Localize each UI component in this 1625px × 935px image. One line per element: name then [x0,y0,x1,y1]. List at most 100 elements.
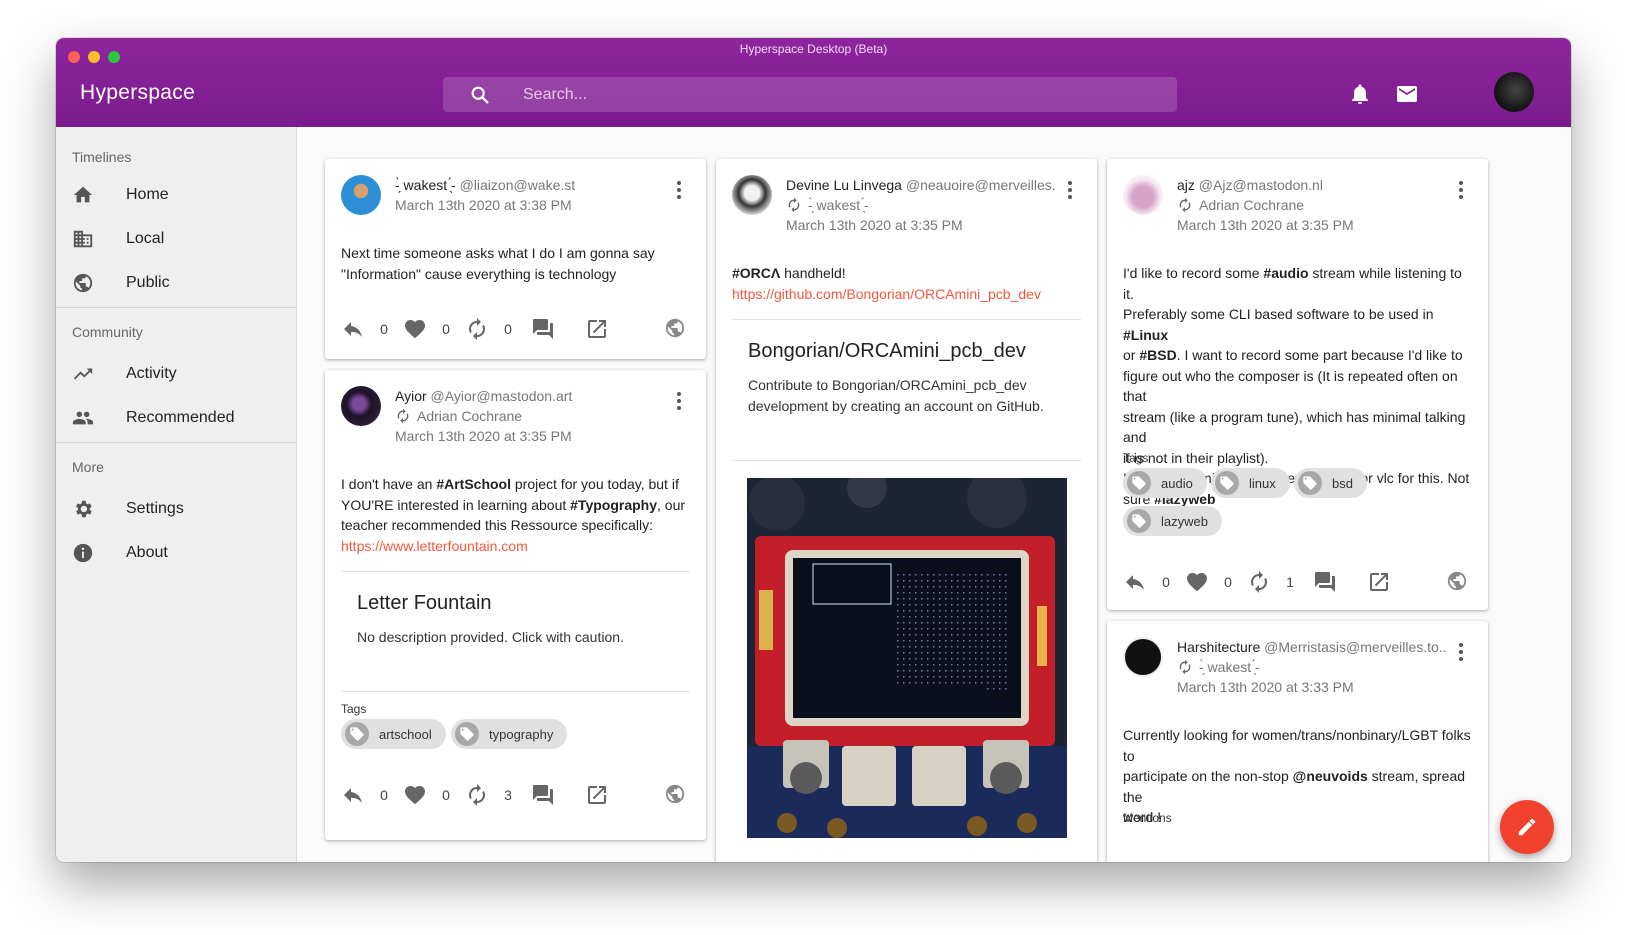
boost-icon[interactable] [465,783,489,807]
tag-chip[interactable]: linux [1211,468,1290,498]
hashtag[interactable]: #Linux [1123,327,1168,343]
compose-button[interactable] [1500,800,1554,854]
more-options-icon[interactable] [1458,181,1464,199]
author-handle[interactable]: @Ayior@mastodon.art [431,388,573,404]
author-avatar[interactable] [1123,175,1163,215]
hashtag[interactable]: #audio [1263,265,1308,281]
boosted-by: Adrian Cochrane [1177,195,1448,215]
post-link[interactable]: https://github.com/Bongorian/ORCAmini_pc… [732,284,1081,305]
author-handle[interactable]: @Ajz@mastodon.nl [1199,177,1323,193]
hashtag[interactable]: #ArtSchool [436,476,511,492]
tag-chip[interactable]: lazyweb [1123,506,1222,536]
home-icon [73,186,93,203]
author-avatar[interactable] [341,386,381,426]
post-text: project for you today, but if [511,476,679,492]
post-date: March 13th 2020 at 3:35 PM [786,217,963,233]
author-name[interactable]: -̗̀ wakest ̖́- [395,177,456,193]
booster-name[interactable]: Adrian Cochrane [1199,195,1304,215]
notifications-bell-icon[interactable] [1348,82,1372,106]
favorite-heart-icon[interactable] [1185,570,1209,594]
search-bar[interactable] [443,77,1177,112]
search-input[interactable] [523,77,1143,112]
post-header: Harshitecture @Merristasis@merveilles.to… [1177,637,1448,697]
sidebar-item-about[interactable]: About [56,531,296,575]
favorite-count: 0 [442,321,450,337]
tag-chip[interactable]: audio [1123,468,1207,498]
author-name[interactable]: Ayior [395,388,427,404]
tag-chip-label: typography [489,726,554,742]
tag-chip[interactable]: bsd [1294,468,1367,498]
tag-chip[interactable]: artschool [341,719,446,749]
tag-chip[interactable]: typography [451,719,568,749]
post-content: Next time someone asks what I do I am go… [341,243,690,284]
author-avatar[interactable] [1123,637,1163,677]
boost-icon [397,408,409,424]
hashtag[interactable]: #Typography [570,497,657,513]
booster-name[interactable]: -̗̀ wakest ̖́- [808,195,869,215]
author-handle[interactable]: @neauoire@merveilles... [906,177,1057,193]
open-external-icon[interactable] [585,317,609,341]
more-options-icon[interactable] [1067,181,1073,199]
reply-icon[interactable] [341,317,365,341]
boost-icon [788,197,800,213]
thread-forum-icon[interactable] [1313,570,1337,594]
post-text: or [1123,347,1140,363]
post-card: Harshitecture @Merristasis@merveilles.to… [1107,621,1488,862]
preview-title: Letter Fountain [357,592,492,614]
tag-chip-label: artschool [379,726,432,742]
author-name[interactable]: ajz [1177,177,1195,193]
search-icon [471,86,489,104]
more-options-icon[interactable] [676,392,682,410]
sidebar-item-public[interactable]: Public [56,261,296,305]
open-external-icon[interactable] [1367,570,1391,594]
globe-icon [73,273,93,293]
boosted-by: -̗̀ wakest ̖́- [1177,657,1448,677]
media-attachment-image[interactable] [747,478,1067,838]
messages-mail-icon[interactable] [1395,82,1419,106]
post-content: #ORCΛ handheld! https://github.com/Bongo… [732,263,1081,304]
thread-forum-icon[interactable] [531,317,555,341]
sidebar-item-home[interactable]: Home [56,173,296,217]
boost-icon[interactable] [465,317,489,341]
favorite-heart-icon[interactable] [403,783,427,807]
hashtag[interactable]: #BSD [1139,347,1176,363]
author-handle[interactable]: @Merristasis@merveilles.to... [1264,639,1448,655]
sidebar-item-label: Recommended [126,409,235,426]
thread-forum-icon[interactable] [531,783,555,807]
author-name[interactable]: Devine Lu Linvega [786,177,902,193]
open-external-icon[interactable] [585,783,609,807]
sidebar-item-recommended[interactable]: Recommended [56,396,296,440]
author-name[interactable]: Harshitecture [1177,639,1260,655]
window-title: Hyperspace Desktop (Beta) [739,42,888,56]
gear-icon [76,500,92,518]
mentions-label: Mentions [1123,811,1172,825]
author-handle[interactable]: @liaizon@wake.st [460,177,576,193]
post-text: Preferably some CLI based software to be… [1123,306,1434,322]
more-options-icon[interactable] [676,181,682,199]
post-header: -̗̀ wakest ̖́- @liaizon@wake.st March 13… [395,175,666,215]
boost-icon[interactable] [1247,570,1271,594]
tags-label: Tags [341,702,367,716]
author-avatar[interactable] [732,175,772,215]
user-avatar[interactable] [1494,72,1534,112]
post-link[interactable]: https://www.letterfountain.com [341,536,690,557]
author-avatar[interactable] [341,175,381,215]
sidebar-item-activity[interactable]: Activity [56,352,296,396]
link-preview-card[interactable]: Bongorian/ORCAmini_pcb_dev Contribute to… [732,319,1081,461]
reply-count: 0 [380,321,388,337]
favorite-heart-icon[interactable] [403,317,427,341]
booster-name[interactable]: -̗̀ wakest ̖́- [1199,657,1260,677]
sidebar-item-settings[interactable]: Settings [56,487,296,531]
boost-count: 0 [504,321,512,337]
reply-icon[interactable] [341,783,365,807]
mention[interactable]: @neuvoids [1293,768,1368,784]
booster-name[interactable]: Adrian Cochrane [417,406,522,426]
hashtag[interactable]: #ORCΛ [732,265,780,281]
trending-up-icon [73,368,93,380]
public-visibility-globe-icon [1447,571,1467,591]
link-preview-card[interactable]: Letter Fountain No description provided.… [341,571,690,692]
brand-title: Hyperspace [80,81,196,104]
reply-icon[interactable] [1123,570,1147,594]
sidebar-item-local[interactable]: Local [56,217,296,261]
more-options-icon[interactable] [1458,643,1464,661]
